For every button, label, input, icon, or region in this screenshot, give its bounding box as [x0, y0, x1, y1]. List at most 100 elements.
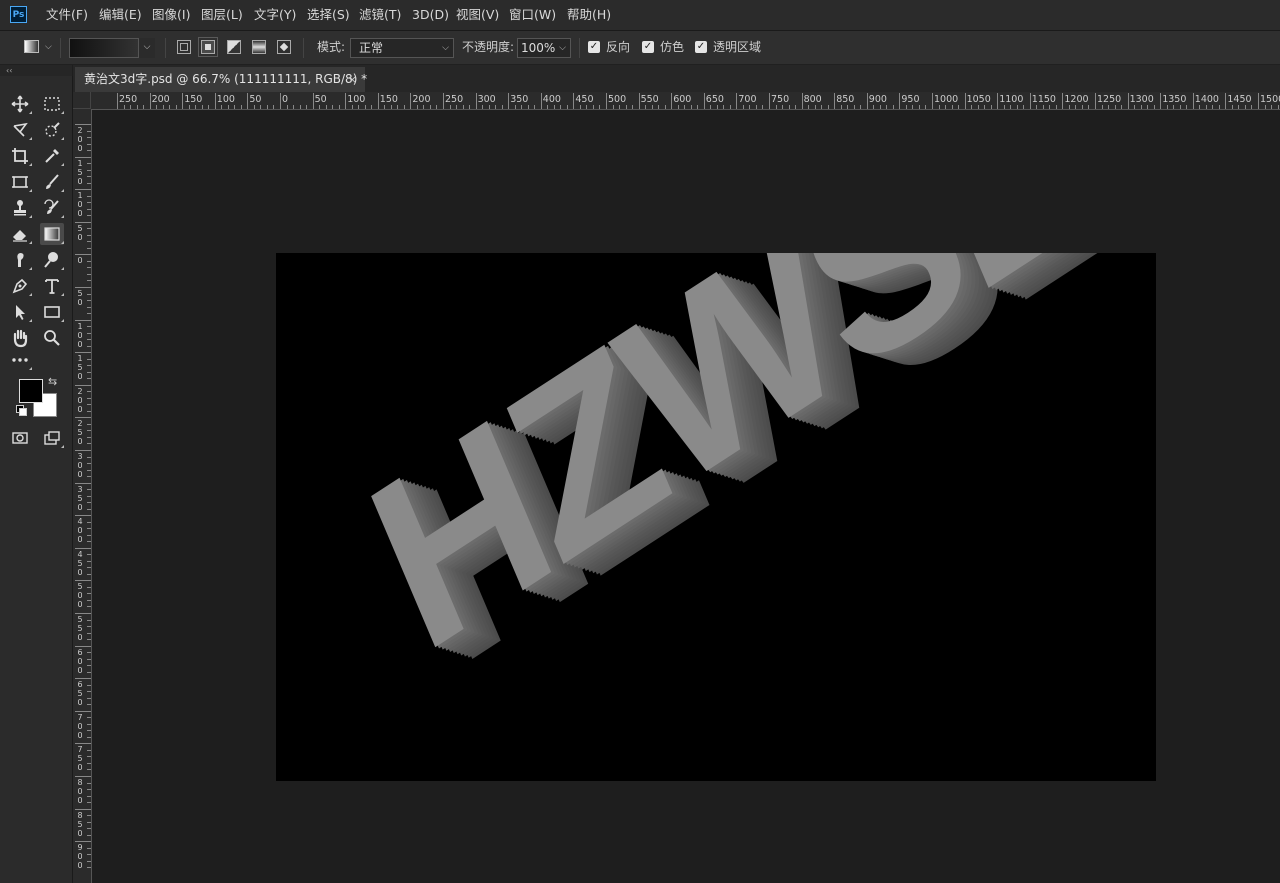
mode-select[interactable]: 正常 ⌵ [350, 38, 454, 58]
lasso-tool-icon[interactable] [8, 119, 32, 141]
marquee-tool-icon[interactable] [40, 93, 64, 115]
document-tab[interactable]: 黄治文3d字.psd @ 66.7% (111111111, RGB/8) * … [75, 67, 367, 92]
eyedropper-tool-icon[interactable] [40, 145, 64, 167]
mode-value: 正常 [359, 41, 384, 55]
dither-checkbox[interactable]: ✓ [642, 41, 654, 53]
ruler-v-tick [87, 469, 91, 471]
ruler-v-label: 50 [77, 223, 83, 242]
ruler-h-tick [475, 93, 477, 109]
brush-tool-icon[interactable] [40, 171, 64, 193]
ruler-h-tick [977, 105, 979, 109]
ruler-h-tick [925, 105, 927, 109]
ruler-v-tick [87, 326, 91, 328]
ruler-v-tick [87, 397, 91, 399]
linear-gradient-button[interactable] [177, 40, 191, 54]
swap-colors-icon[interactable]: ⇆ [48, 375, 57, 388]
opacity-input[interactable]: 100% ⌵ [517, 38, 571, 58]
ruler-h-label: 800 [803, 94, 822, 105]
ruler-h-label: 200 [412, 94, 431, 105]
hand-tool-icon[interactable] [8, 327, 32, 349]
menu-select[interactable]: 选择(S) [307, 0, 350, 30]
menu-type[interactable]: 文字(Y) [254, 0, 296, 30]
menu-window[interactable]: 窗口(W) [509, 0, 556, 30]
ruler-v-tick [75, 287, 91, 288]
ruler-h-tick [469, 105, 471, 109]
type-tool-icon[interactable] [40, 275, 64, 297]
document-canvas[interactable]: HZWSB [276, 253, 1156, 781]
ruler-h-tick [1016, 105, 1018, 109]
radial-gradient-button[interactable] [198, 37, 218, 57]
rectangle-tool-icon[interactable] [40, 301, 64, 323]
quick-mask-icon[interactable] [8, 427, 32, 449]
pen-tool-icon[interactable] [8, 275, 32, 297]
foreground-color-swatch[interactable] [19, 379, 43, 403]
reverse-checkbox[interactable]: ✓ [588, 41, 600, 53]
ruler-h-tick [729, 105, 731, 109]
ruler-v-tick [87, 267, 91, 269]
photoshop-logo-icon[interactable]: Ps [10, 6, 27, 23]
diamond-gradient-button[interactable] [277, 40, 291, 54]
ruler-h-tick [240, 105, 242, 109]
eraser-tool-icon[interactable] [8, 223, 32, 245]
ruler-v-label: 400 [77, 517, 83, 545]
ruler-h-label: 150 [379, 94, 398, 105]
frame-tool-icon[interactable] [8, 171, 32, 193]
transparency-label: 透明区域 [713, 40, 762, 54]
default-colors-icon[interactable] [16, 405, 27, 416]
gradient-tool-icon[interactable] [40, 223, 64, 245]
ruler-h-tick [990, 105, 992, 109]
smudge-tool-icon[interactable] [8, 249, 32, 271]
menu-filter[interactable]: 滤镜(T) [359, 0, 401, 30]
menu-3d[interactable]: 3D(D) [412, 0, 449, 30]
ruler-origin[interactable] [73, 92, 91, 109]
menu-edit[interactable]: 编辑(E) [99, 0, 142, 30]
ruler-h-label: 950 [901, 94, 920, 105]
menu-help[interactable]: 帮助(H) [567, 0, 611, 30]
reflected-gradient-button[interactable] [252, 40, 266, 54]
ruler-v-tick [87, 423, 91, 425]
opacity-label: 不透明度: [462, 40, 515, 54]
ruler-h-label: 450 [575, 94, 594, 105]
menu-image[interactable]: 图像(I) [152, 0, 190, 30]
crop-tool-icon[interactable] [8, 145, 32, 167]
dodge-tool-icon[interactable] [40, 249, 64, 271]
ruler-h-tick [742, 105, 744, 109]
close-icon[interactable]: × [348, 67, 357, 92]
angle-gradient-button[interactable] [227, 40, 241, 54]
quick-select-tool-icon[interactable] [40, 119, 64, 141]
ruler-v-tick [87, 697, 91, 699]
ruler-h-tick [899, 93, 901, 109]
ruler-h-tick [358, 105, 360, 109]
move-tool-icon[interactable] [8, 93, 32, 115]
ruler-v-label: 50 [77, 289, 83, 307]
more-tools-icon[interactable] [8, 349, 32, 371]
ruler-h-tick [345, 93, 347, 109]
menu-file[interactable]: 文件(F) [46, 0, 88, 30]
gradient-tool-preset-icon[interactable] [24, 40, 39, 53]
tools-panel-collapse[interactable]: ‹‹ [0, 65, 72, 76]
ruler-h-tick [625, 105, 627, 109]
ruler-v-tick [87, 521, 91, 523]
ruler-h-tick [860, 105, 862, 109]
ruler-h-tick [1147, 105, 1149, 109]
horizontal-ruler[interactable]: 250 200 150 100 50 0 50 100 150 200 250 300 350 400 45… [91, 92, 1280, 110]
stamp-tool-icon[interactable] [8, 197, 32, 219]
zoom-tool-icon[interactable] [40, 327, 64, 349]
ruler-h-tick [1192, 93, 1194, 109]
path-select-tool-icon[interactable] [8, 301, 32, 323]
vertical-ruler[interactable]: 200 150 100 50 0 50 100 150 200 250 300 350 400 450 50… [73, 109, 92, 883]
menu-layer[interactable]: 图层(L) [201, 0, 243, 30]
history-brush-tool-icon[interactable] [40, 197, 64, 219]
ruler-h-tick [423, 105, 425, 109]
ruler-h-tick [1212, 105, 1214, 109]
ruler-v-tick [87, 391, 91, 393]
ruler-v-tick [87, 378, 91, 380]
transparency-checkbox[interactable]: ✓ [695, 41, 707, 53]
gradient-picker-chevron-down-icon[interactable]: ⌵ [138, 38, 155, 58]
tool-preset-chevron-down-icon[interactable]: ⌵ [45, 42, 52, 52]
ruler-h-tick [214, 93, 216, 109]
ruler-v-tick [75, 254, 91, 256]
screen-mode-icon[interactable] [40, 427, 64, 449]
ruler-v-label: 650 [77, 680, 83, 708]
menu-view[interactable]: 视图(V) [456, 0, 499, 30]
